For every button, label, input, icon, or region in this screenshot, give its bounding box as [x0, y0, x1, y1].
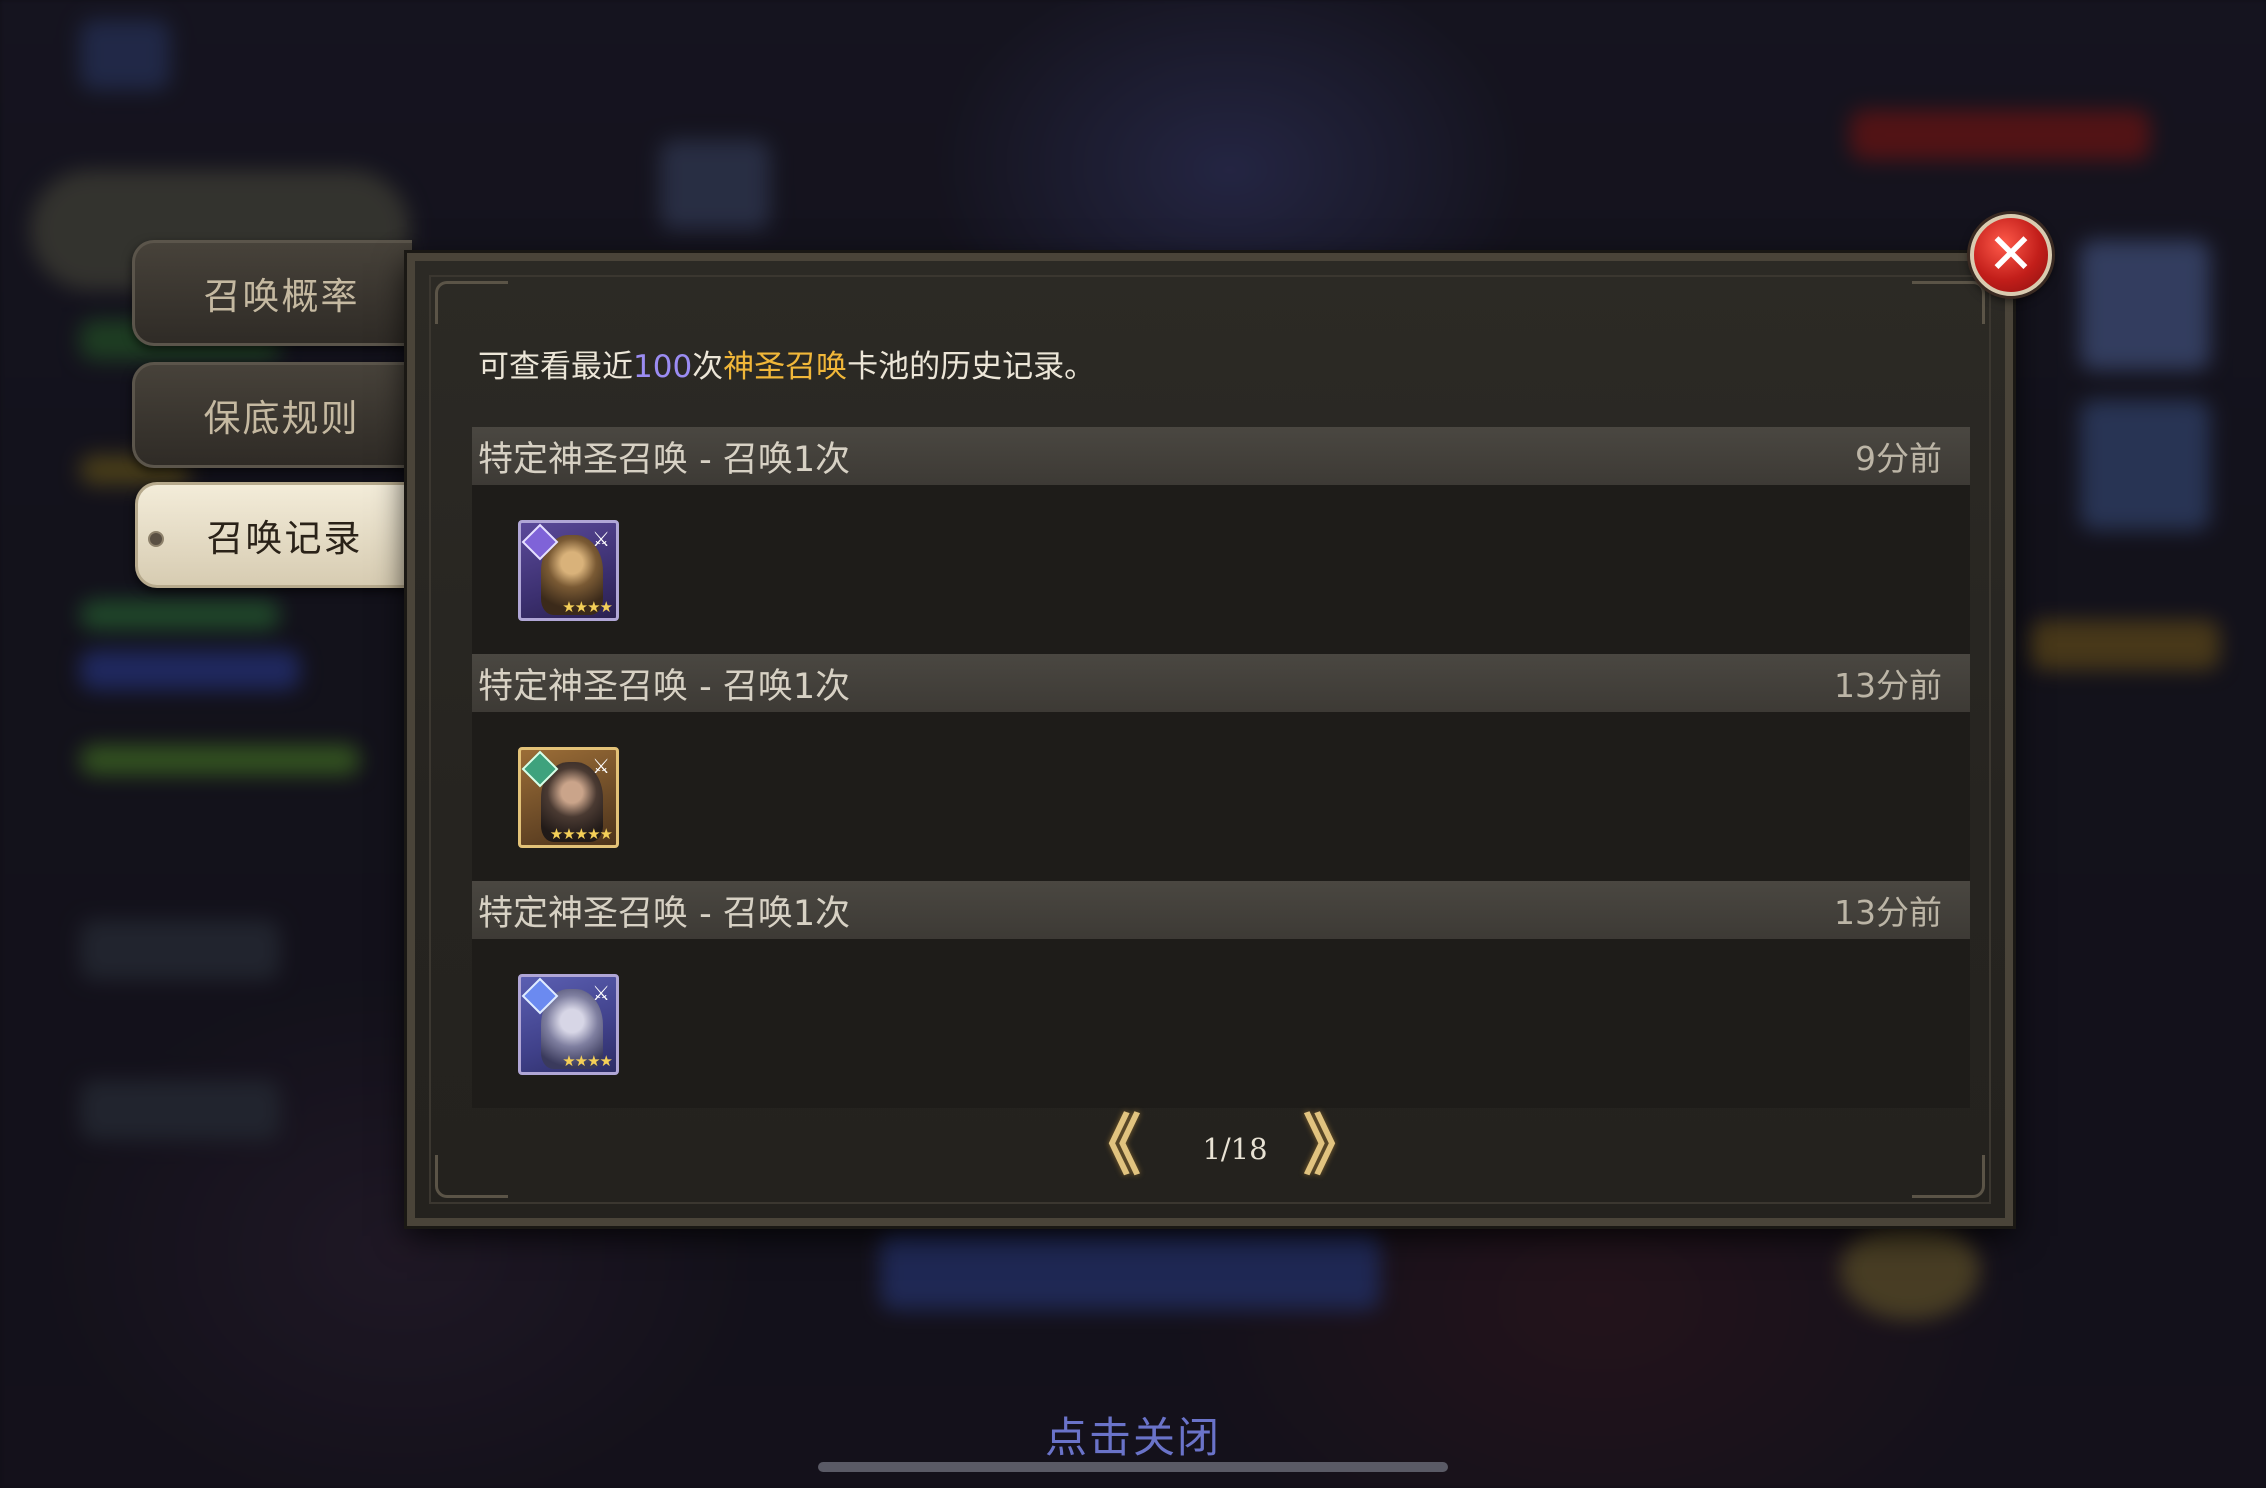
corner-ornament	[435, 281, 508, 324]
record-header: 特定神圣召唤 - 召唤1次 13分前	[472, 654, 1970, 712]
hero-card[interactable]: ⚔ ★★★★	[518, 520, 619, 621]
record-body: ⚔ ★★★★	[472, 485, 1970, 654]
info-suffix: 卡池的历史记录。	[847, 349, 1096, 385]
home-indicator[interactable]	[818, 1462, 1448, 1472]
tab-label: 保底规则	[203, 397, 360, 440]
tab-label: 召唤记录	[206, 517, 363, 560]
summon-history-panel: 可查看最近100次神圣召唤卡池的历史记录。 特定神圣召唤 - 召唤1次 9分前 …	[407, 253, 2013, 1226]
pagination: 《 1/18 》	[415, 1113, 2005, 1179]
class-icon: ⚔	[592, 527, 610, 551]
tab-pity-rules[interactable]: 保底规则	[132, 362, 412, 468]
info-pool-name: 神圣召唤	[723, 349, 848, 385]
star-rating: ★★★★	[562, 1052, 613, 1070]
summon-record: 特定神圣召唤 - 召唤1次 9分前 ⚔ ★★★★	[472, 427, 1970, 654]
record-body: ⚔ ★★★★★	[472, 712, 1970, 881]
tab-summon-history[interactable]: 召唤记录	[135, 482, 415, 588]
tap-to-close-hint[interactable]: 点击关闭	[0, 1404, 2266, 1465]
star-rating: ★★★★★	[549, 825, 613, 843]
record-time: 9分前	[1855, 439, 1942, 478]
info-count: 100	[633, 349, 693, 385]
record-title: 特定神圣召唤 - 召唤1次	[478, 893, 851, 934]
hero-card[interactable]: ⚔ ★★★★	[518, 974, 619, 1075]
info-prefix: 可查看最近	[478, 349, 633, 385]
next-page-icon[interactable]: 》	[1303, 1113, 1369, 1179]
record-title: 特定神圣召唤 - 召唤1次	[478, 666, 851, 707]
info-mid: 次	[692, 349, 724, 385]
prev-page-icon[interactable]: 《	[1075, 1113, 1141, 1179]
page-indicator: 1/18	[1202, 1132, 1268, 1166]
record-header: 特定神圣召唤 - 召唤1次 9分前	[472, 427, 1970, 485]
record-header: 特定神圣召唤 - 召唤1次 13分前	[472, 881, 1970, 939]
record-title: 特定神圣召唤 - 召唤1次	[478, 439, 851, 480]
history-info-text: 可查看最近100次神圣召唤卡池的历史记录。	[478, 341, 1095, 386]
record-time: 13分前	[1834, 893, 1942, 932]
hero-card[interactable]: ⚔ ★★★★★	[518, 747, 619, 848]
tab-summon-rate[interactable]: 召唤概率	[132, 240, 412, 346]
corner-ornament	[1912, 281, 1985, 324]
star-rating: ★★★★	[562, 598, 613, 616]
close-icon: ✕	[1987, 222, 2035, 287]
record-body: ⚔ ★★★★	[472, 939, 1970, 1108]
tab-label: 召唤概率	[203, 275, 360, 318]
summon-record: 特定神圣召唤 - 召唤1次 13分前 ⚔ ★★★★	[472, 881, 1970, 1108]
summon-record: 特定神圣召唤 - 召唤1次 13分前 ⚔ ★★★★★	[472, 654, 1970, 881]
class-icon: ⚔	[592, 754, 610, 778]
record-time: 13分前	[1834, 666, 1942, 705]
close-button[interactable]: ✕	[1970, 214, 2052, 296]
class-icon: ⚔	[592, 981, 610, 1005]
